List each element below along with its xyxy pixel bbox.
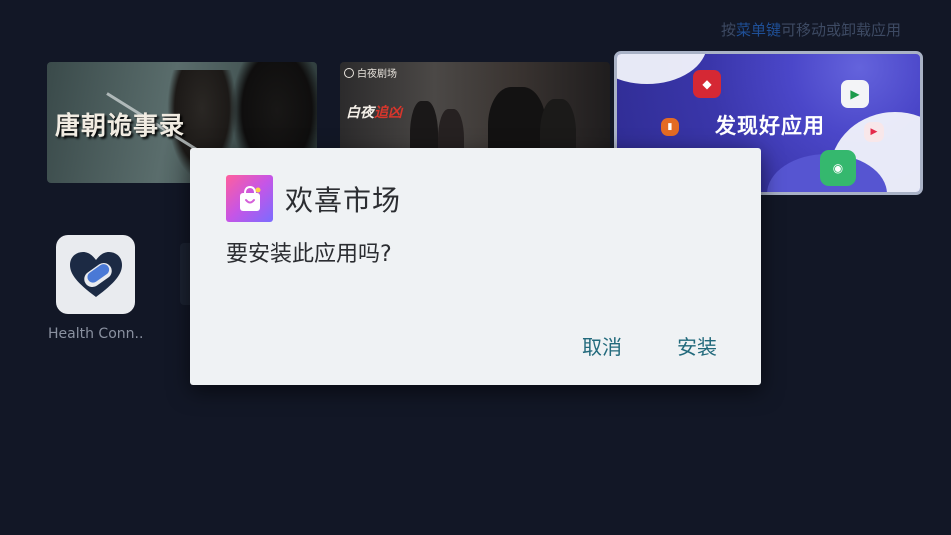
banner-title-part-a: 白夜	[346, 105, 374, 121]
health-connect-icon	[69, 251, 122, 297]
banner-brand-label: 白夜剧场	[357, 69, 397, 80]
app-label: Health Conn..	[48, 326, 144, 342]
video-app-icon: ▶	[864, 122, 884, 142]
cancel-button[interactable]: 取消	[582, 331, 622, 360]
hint-prefix: 按	[720, 21, 736, 39]
app-tile-health-connect[interactable]	[56, 235, 135, 314]
banner-title-part-b: 追凶	[374, 105, 402, 121]
install-button[interactable]: 安装	[677, 331, 717, 360]
app-thumb-icon: ◆	[693, 70, 721, 98]
hint-key: 菜单键	[735, 21, 781, 39]
app-tile-partial[interactable]	[180, 243, 190, 305]
dialog-message: 要安装此应用吗?	[226, 242, 392, 267]
banner-title: 唐朝诡事录	[55, 111, 186, 140]
bag-glyph-icon	[239, 185, 260, 211]
dialog-header: 欢喜市场	[226, 175, 401, 222]
app-thumb-icon: ▮	[661, 118, 679, 136]
banner-brand: 白夜剧场	[344, 65, 397, 80]
hint-suffix: 可移动或卸载应用	[780, 21, 901, 39]
menu-key-hint: 按菜单键可移动或卸载应用	[721, 19, 901, 40]
brand-logo-icon	[344, 68, 354, 78]
shopping-bag-icon	[226, 175, 273, 222]
dialog-app-name: 欢喜市场	[285, 183, 402, 217]
install-dialog: 欢喜市场 要安装此应用吗? 取消 安装	[190, 148, 761, 385]
dialog-actions: 取消 安装	[582, 331, 717, 360]
play-store-icon: ▶	[841, 80, 869, 108]
banner-title: 白夜追凶	[346, 102, 402, 122]
banner-title: 发现好应用	[715, 114, 825, 138]
tv-app-icon: ◉	[820, 150, 856, 186]
